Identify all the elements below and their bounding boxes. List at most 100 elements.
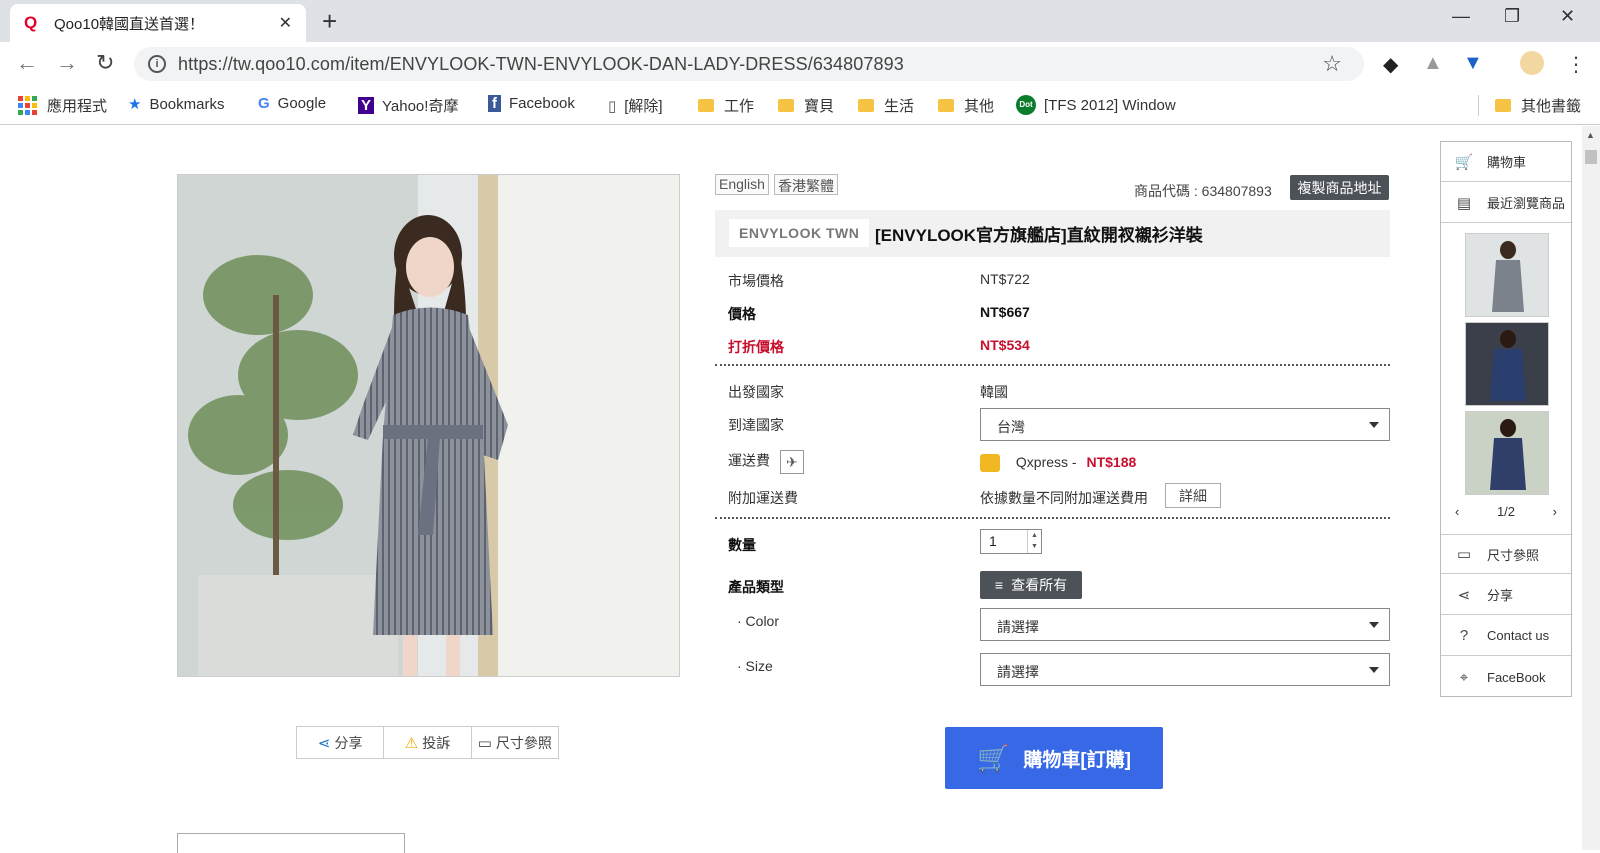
bookmark-star-icon[interactable]: ☆: [1322, 51, 1342, 77]
bookmark-folder-baby[interactable]: 寶貝: [778, 95, 834, 116]
airplane-icon: ✈: [779, 450, 804, 474]
recent-thumbnail[interactable]: [1465, 322, 1549, 406]
eraser-extension-icon[interactable]: ◆: [1383, 52, 1398, 77]
price-value: NT$667: [980, 304, 1030, 320]
profile-avatar[interactable]: [1520, 51, 1544, 75]
bookmark-label: [解除]: [624, 98, 663, 115]
hk-lang-button[interactable]: 香港繁體: [774, 174, 838, 195]
help-icon: ?: [1459, 627, 1469, 644]
content-tab[interactable]: [177, 833, 405, 853]
sidebar-item-label: 分享: [1487, 588, 1514, 603]
address-bar[interactable]: i https://tw.qoo10.com/item/ENVYLOOK-TWN…: [134, 47, 1364, 81]
thumbnail-image: [1466, 234, 1548, 316]
bookmark-unlock[interactable]: ▯ [解除]: [608, 95, 663, 116]
new-tab-icon[interactable]: +: [322, 6, 337, 37]
discount-price-value: NT$534: [980, 337, 1030, 353]
bookmark-label: 其他: [964, 98, 995, 115]
bookmark-folder-other[interactable]: 其他: [938, 95, 994, 116]
bookmark-folder-work[interactable]: 工作: [698, 95, 754, 116]
share-button[interactable]: ⋖ 分享: [297, 727, 385, 758]
product-image[interactable]: [177, 174, 680, 677]
sidebar-item-facebook[interactable]: ⌖ FaceBook: [1441, 657, 1571, 697]
site-info-icon[interactable]: i: [148, 55, 166, 73]
y-extension-icon[interactable]: ▼: [1463, 52, 1483, 75]
report-button[interactable]: ⚠ 投訴: [384, 727, 472, 758]
quantity-label: 數量: [728, 537, 756, 553]
close-window-icon[interactable]: ✕: [1560, 6, 1575, 27]
back-icon[interactable]: ←: [16, 50, 38, 76]
sidebar-item-contact[interactable]: ? Contact us: [1441, 616, 1571, 656]
size-select[interactable]: 請選擇: [980, 653, 1390, 686]
quantity-value: 1: [989, 533, 997, 549]
add-to-cart-button[interactable]: 🛒 購物車[訂購]: [945, 727, 1163, 789]
bookmark-label: 寶貝: [804, 98, 835, 115]
image-action-bar: ⋖ 分享 ⚠ 投訴 ▭ 尺寸參照: [296, 726, 559, 759]
restore-icon[interactable]: ❐: [1504, 6, 1520, 27]
chevron-down-icon: [1369, 622, 1379, 628]
pager-text: 1/2: [1496, 504, 1516, 519]
quantity-stepper[interactable]: 1 ▲ ▼: [980, 529, 1042, 554]
bookmark-facebook[interactable]: f Facebook: [488, 95, 575, 112]
view-all-button[interactable]: ≡ 查看所有: [980, 571, 1082, 599]
copy-link-button[interactable]: 複製商品地址: [1290, 175, 1389, 200]
shipping-fee-value: Qxpress - NT$188: [980, 454, 1137, 473]
scroll-up-icon[interactable]: ▲: [1586, 130, 1595, 140]
destination-select[interactable]: 台灣: [980, 408, 1390, 441]
package-icon: [980, 454, 1000, 473]
bookmark-yahoo[interactable]: Y Yahoo!奇摩: [358, 95, 458, 116]
sidebar-item-recent[interactable]: ▤ 最近瀏覽商品: [1441, 183, 1571, 223]
product-code: 商品代碼 : 634807893: [1134, 183, 1272, 199]
tab-strip: Q Qoo10韓國直送首選！ ✕ + — ❐ ✕: [0, 0, 1600, 42]
close-tab-icon[interactable]: ✕: [279, 13, 292, 33]
sidebar-item-size-guide[interactable]: ▭ 尺寸參照: [1441, 534, 1571, 574]
english-lang-button[interactable]: English: [715, 174, 769, 195]
bookmark-folder-life[interactable]: 生活: [858, 95, 914, 116]
report-label: 投訴: [422, 734, 451, 751]
size-label: · Size: [737, 658, 773, 674]
thumbnail-image: [1466, 412, 1548, 494]
sidebar-item-label: 尺寸參照: [1487, 547, 1540, 563]
shipping-fee-amount: NT$188: [1086, 454, 1137, 470]
clipboard-icon: ▤: [1456, 194, 1472, 212]
brand-link[interactable]: ENVYLOOK TWN: [729, 219, 870, 247]
reload-icon[interactable]: ↻: [96, 50, 114, 76]
bookmark-other-bookmarks[interactable]: 其他書籤: [1478, 95, 1581, 116]
recent-thumbnail[interactable]: [1465, 411, 1549, 495]
shipping-fee-label: 運送費 ✈: [728, 450, 804, 474]
thumbnail-pager: ‹ 1/2 ›: [1441, 504, 1571, 524]
minimize-icon[interactable]: —: [1452, 6, 1470, 27]
ruler-icon: ▭: [1456, 546, 1472, 563]
sidebar-item-label: Contact us: [1487, 628, 1550, 643]
bookmark-tfs[interactable]: Dot [TFS 2012] Window: [1016, 95, 1192, 115]
shipping-method: Qxpress -: [1015, 454, 1077, 470]
recent-thumbnail[interactable]: [1465, 233, 1549, 317]
page-scrollbar[interactable]: ▲: [1582, 126, 1600, 850]
bookmark-apps[interactable]: 應用程式: [18, 95, 107, 116]
sidebar-item-cart[interactable]: 🛒 購物車: [1441, 142, 1571, 182]
page-icon: ▯: [608, 97, 617, 115]
url-text[interactable]: https://tw.qoo10.com/item/ENVYLOOK-TWN-E…: [178, 54, 904, 75]
browser-tab[interactable]: Q Qoo10韓國直送首選！ ✕: [10, 4, 306, 42]
apps-grid-icon: [18, 96, 37, 115]
extra-shipping-text: 依據數量不同附加運送費用: [980, 490, 1148, 506]
chevron-left-icon[interactable]: ‹: [1455, 504, 1459, 524]
scroll-thumb[interactable]: [1585, 150, 1597, 164]
size-guide-button[interactable]: ▭ 尺寸參照: [472, 727, 558, 758]
color-select[interactable]: 請選擇: [980, 608, 1390, 641]
sidebar-item-label: 最近瀏覽商品: [1487, 196, 1566, 211]
origin-label: 出發國家: [728, 384, 784, 400]
drive-extension-icon[interactable]: ▲: [1423, 52, 1443, 75]
menu-icon[interactable]: ⋮: [1566, 52, 1586, 77]
shipping-detail-button[interactable]: 詳細: [1165, 483, 1221, 508]
bookmark-label: Yahoo!奇摩: [382, 98, 459, 115]
bookmark-bookmarks[interactable]: ★ Bookmarks: [128, 95, 224, 114]
forward-icon[interactable]: →: [56, 50, 78, 76]
stepper-arrows-icon[interactable]: ▲ ▼: [1027, 530, 1041, 553]
thumbnail-image: [1466, 323, 1548, 405]
divider: [715, 364, 1390, 366]
chevron-right-icon[interactable]: ›: [1553, 504, 1557, 524]
size-value: 請選擇: [997, 664, 1039, 680]
sidebar-item-share[interactable]: ⋖ 分享: [1441, 575, 1571, 615]
bookmark-google[interactable]: G Google: [258, 95, 326, 112]
cart-button-label: 購物車[訂購]: [1023, 749, 1132, 771]
